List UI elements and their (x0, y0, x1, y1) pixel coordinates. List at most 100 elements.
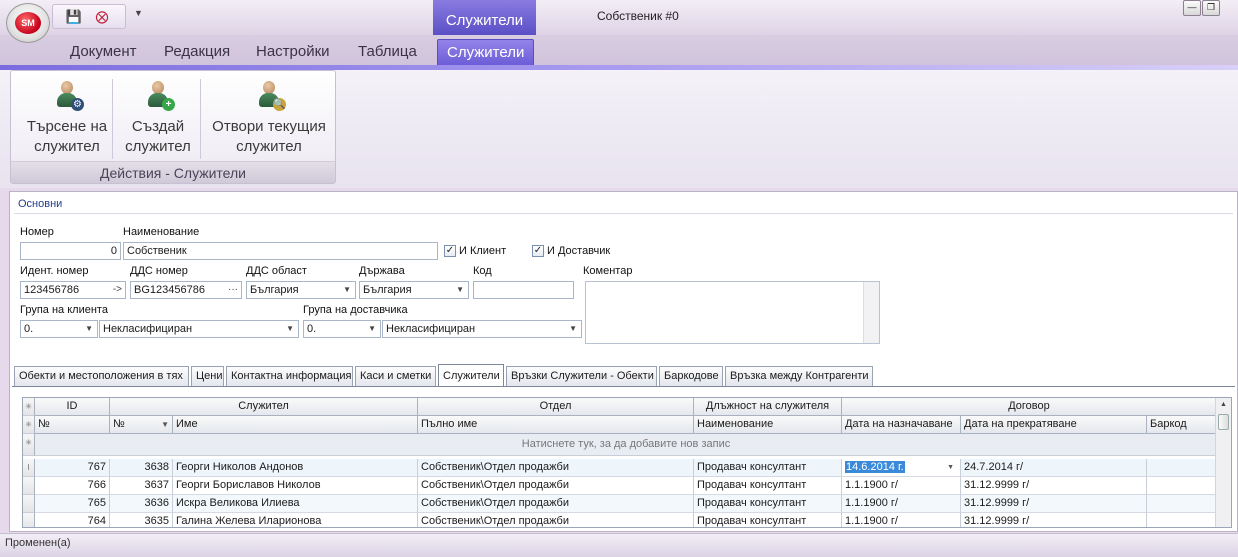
code-field[interactable] (473, 281, 574, 299)
restore-icon[interactable]: ❐ (1202, 0, 1220, 16)
tab-settings[interactable]: Настройки (256, 43, 330, 60)
tab-employees[interactable]: Служители (437, 39, 535, 67)
cell-position[interactable]: Продавач консултант (694, 513, 842, 527)
supplier-group-code-select[interactable]: 0. ▼ (303, 320, 381, 338)
tab-employee-object-links[interactable]: Връзки Служители - Обекти (506, 366, 657, 386)
tab-table[interactable]: Таблица (358, 43, 417, 60)
tab-prices[interactable]: Цени (191, 366, 224, 386)
tab-cash-accounts[interactable]: Каси и сметки (355, 366, 436, 386)
chevron-down-icon[interactable]: ▼ (947, 459, 954, 476)
cell-position[interactable]: Продавач консултант (694, 477, 842, 495)
comment-field[interactable] (585, 281, 880, 344)
column-header-end-date[interactable]: Дата на прекратяване (961, 416, 1147, 434)
tab-document[interactable]: Документ (70, 43, 137, 60)
create-employee-button[interactable]: + Създай служител (115, 81, 201, 157)
tab-employees-detail[interactable]: Служители (438, 364, 504, 387)
row-indicator[interactable] (23, 513, 35, 527)
column-header-name[interactable]: Име (173, 416, 418, 434)
band-position[interactable]: Длъжност на служителя (694, 398, 842, 416)
country-select[interactable]: България ▼ (359, 281, 469, 299)
cell-id[interactable]: 764 (35, 513, 110, 527)
cell-num[interactable]: 3635 (110, 513, 173, 527)
vat-region-value: България (250, 284, 299, 296)
cell-department[interactable]: Собственик\Отдел продажби (418, 495, 694, 513)
cell-department[interactable]: Собственик\Отдел продажби (418, 513, 694, 527)
cell-id[interactable]: 767 (35, 459, 110, 477)
cell-position[interactable]: Продавач консултант (694, 495, 842, 513)
column-header-num2[interactable]: № ▼ (110, 416, 173, 434)
vat-number-label: ДДС номер (130, 265, 188, 277)
vat-region-label: ДДС област (246, 265, 307, 277)
cell-start-date[interactable]: 1.1.1900 г/ (842, 495, 961, 513)
save-icon[interactable]: 💾 (65, 8, 83, 26)
row-indicator-current[interactable]: I (23, 459, 35, 477)
supplier-checkbox[interactable]: ✓ (532, 245, 544, 257)
cell-name[interactable]: Георги Бориславов Николов (173, 477, 418, 495)
cell-barcode[interactable] (1147, 495, 1217, 513)
client-group-select[interactable]: Некласифициран ▼ (99, 320, 299, 338)
tab-contact-info[interactable]: Контактна информация (226, 366, 353, 386)
supplier-group-select[interactable]: Некласифициран ▼ (382, 320, 582, 338)
cell-start-date-editor[interactable]: 14.6.2014 г. ▼ (842, 459, 961, 477)
tab-edit[interactable]: Редакция (164, 43, 230, 60)
scroll-thumb[interactable] (1218, 414, 1229, 430)
cell-name[interactable]: Галина Желева Иларионова (173, 513, 418, 527)
cell-name[interactable]: Георги Николов Андонов (173, 459, 418, 477)
cell-end-date[interactable]: 31.12.9999 г/ (961, 513, 1147, 527)
ribbon-group-label: Действия - Служители (11, 161, 335, 183)
scroll-up-icon[interactable]: ▲ (1216, 398, 1231, 412)
row-indicator[interactable] (23, 477, 35, 495)
tab-counterparty-links[interactable]: Връзка между Контрагенти (725, 366, 873, 386)
minimize-icon[interactable]: — (1183, 0, 1201, 16)
ribbon-body: ⚙ Търсене на служител + Създай служител … (0, 70, 1238, 188)
ident-field[interactable]: 123456786 -> (20, 281, 126, 299)
client-group-code-select[interactable]: 0. ▼ (20, 320, 98, 338)
column-header-full-name[interactable]: Пълно име (418, 416, 694, 434)
close-document-icon[interactable]: ⨂ (93, 8, 111, 26)
cell-num[interactable]: 3636 (110, 495, 173, 513)
column-header-barcode[interactable]: Баркод (1147, 416, 1217, 434)
column-header-num[interactable]: № (35, 416, 110, 434)
cell-barcode[interactable] (1147, 513, 1217, 527)
grid-corner-icon[interactable]: ✳ (23, 398, 35, 416)
cell-barcode[interactable] (1147, 459, 1217, 477)
vat-region-select[interactable]: България ▼ (246, 281, 356, 299)
band-contract[interactable]: Договор (842, 398, 1217, 416)
cell-department[interactable]: Собственик\Отдел продажби (418, 477, 694, 495)
cell-position[interactable]: Продавач консултант (694, 459, 842, 477)
cell-num[interactable]: 3637 (110, 477, 173, 495)
search-employee-button[interactable]: ⚙ Търсене на служител (17, 81, 117, 157)
open-employee-button[interactable]: 🔍 Отвори текущия служител (207, 81, 331, 157)
cell-start-date[interactable]: 1.1.1900 г/ (842, 477, 961, 495)
cell-end-date[interactable]: 31.12.9999 г/ (961, 495, 1147, 513)
column-header-start-date[interactable]: Дата на назначаване (842, 416, 961, 434)
cell-end-date[interactable]: 31.12.9999 г/ (961, 477, 1147, 495)
vat-number-field[interactable]: BG123456786 ··· (130, 281, 242, 299)
ident-arrow-button[interactable]: -> (113, 282, 122, 298)
chevron-down-icon: ▼ (85, 324, 93, 333)
vat-ellipsis-button[interactable]: ··· (228, 282, 238, 298)
row-indicator[interactable] (23, 495, 35, 513)
app-menu-button[interactable]: SM (6, 3, 50, 43)
cell-barcode[interactable] (1147, 477, 1217, 495)
cell-department[interactable]: Собственик\Отдел продажби (418, 459, 694, 477)
comment-scrollbar[interactable] (863, 282, 879, 343)
cell-name[interactable]: Искра Великова Илиева (173, 495, 418, 513)
grid-vertical-scrollbar[interactable]: ▲ (1215, 398, 1231, 527)
tab-barcodes[interactable]: Баркодове (659, 366, 723, 386)
cell-start-date[interactable]: 1.1.1900 г/ (842, 513, 961, 527)
column-header-position-name[interactable]: Наименование (694, 416, 842, 434)
band-employee[interactable]: Служител (110, 398, 418, 416)
band-department[interactable]: Отдел (418, 398, 694, 416)
band-id[interactable]: ID (35, 398, 110, 416)
cell-id[interactable]: 766 (35, 477, 110, 495)
number-field[interactable]: 0 (20, 242, 121, 260)
qat-customize-icon[interactable]: ▼ (134, 8, 143, 18)
cell-id[interactable]: 765 (35, 495, 110, 513)
client-checkbox[interactable]: ✓ (444, 245, 456, 257)
new-row-hint[interactable]: Натиснете тук, за да добавите нов запис (35, 434, 1217, 456)
tab-objects-locations[interactable]: Обекти и местоположения в тях (14, 366, 189, 386)
cell-end-date[interactable]: 24.7.2014 г/ (961, 459, 1147, 477)
name-field[interactable]: Собственик (123, 242, 438, 260)
cell-num[interactable]: 3638 (110, 459, 173, 477)
